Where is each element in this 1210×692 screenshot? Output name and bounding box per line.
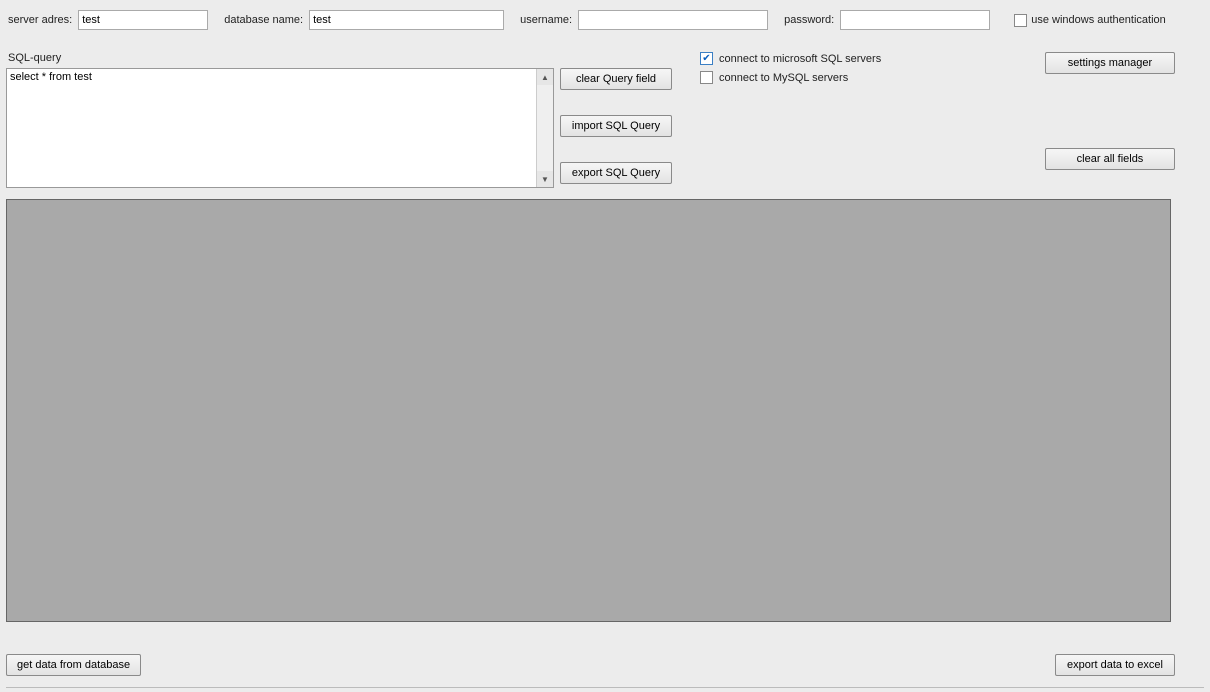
- checkbox-checked-icon: ✔: [700, 52, 713, 65]
- bottom-action-row: get data from database export data to ex…: [6, 654, 1175, 676]
- scroll-down-icon[interactable]: ▼: [537, 171, 553, 187]
- password-input[interactable]: [840, 10, 990, 30]
- import-sql-button[interactable]: import SQL Query: [560, 115, 672, 137]
- password-label: password:: [784, 14, 834, 26]
- get-data-button[interactable]: get data from database: [6, 654, 141, 676]
- server-adres-label: server adres:: [8, 14, 72, 26]
- windows-auth-label: use windows authentication: [1031, 14, 1166, 26]
- ms-sql-label: connect to microsoft SQL servers: [719, 53, 881, 65]
- results-grid[interactable]: [6, 199, 1171, 622]
- scroll-up-icon[interactable]: ▲: [537, 69, 553, 85]
- query-action-buttons: clear Query field import SQL Query expor…: [560, 68, 672, 184]
- clear-query-button[interactable]: clear Query field: [560, 68, 672, 90]
- sql-scrollbar[interactable]: ▲ ▼: [536, 69, 553, 187]
- server-adres-input[interactable]: [78, 10, 208, 30]
- sql-query-field: ▲ ▼: [6, 68, 554, 188]
- database-name-input[interactable]: [309, 10, 504, 30]
- username-input[interactable]: [578, 10, 768, 30]
- username-label: username:: [520, 14, 572, 26]
- database-name-label: database name:: [224, 14, 303, 26]
- checkbox-icon: [1014, 14, 1027, 27]
- clear-all-fields-button[interactable]: clear all fields: [1045, 148, 1175, 170]
- export-sql-button[interactable]: export SQL Query: [560, 162, 672, 184]
- export-excel-button[interactable]: export data to excel: [1055, 654, 1175, 676]
- mysql-label: connect to MySQL servers: [719, 72, 848, 84]
- connection-row: server adres: database name: username: p…: [8, 10, 1202, 30]
- checkbox-icon: [700, 71, 713, 84]
- sql-query-label: SQL-query: [8, 52, 61, 64]
- settings-manager-button[interactable]: settings manager: [1045, 52, 1175, 74]
- right-action-buttons: settings manager clear all fields: [1045, 52, 1175, 170]
- bottom-divider: [6, 687, 1204, 688]
- windows-auth-checkbox[interactable]: use windows authentication: [1014, 14, 1166, 27]
- sql-query-textarea[interactable]: [7, 69, 536, 187]
